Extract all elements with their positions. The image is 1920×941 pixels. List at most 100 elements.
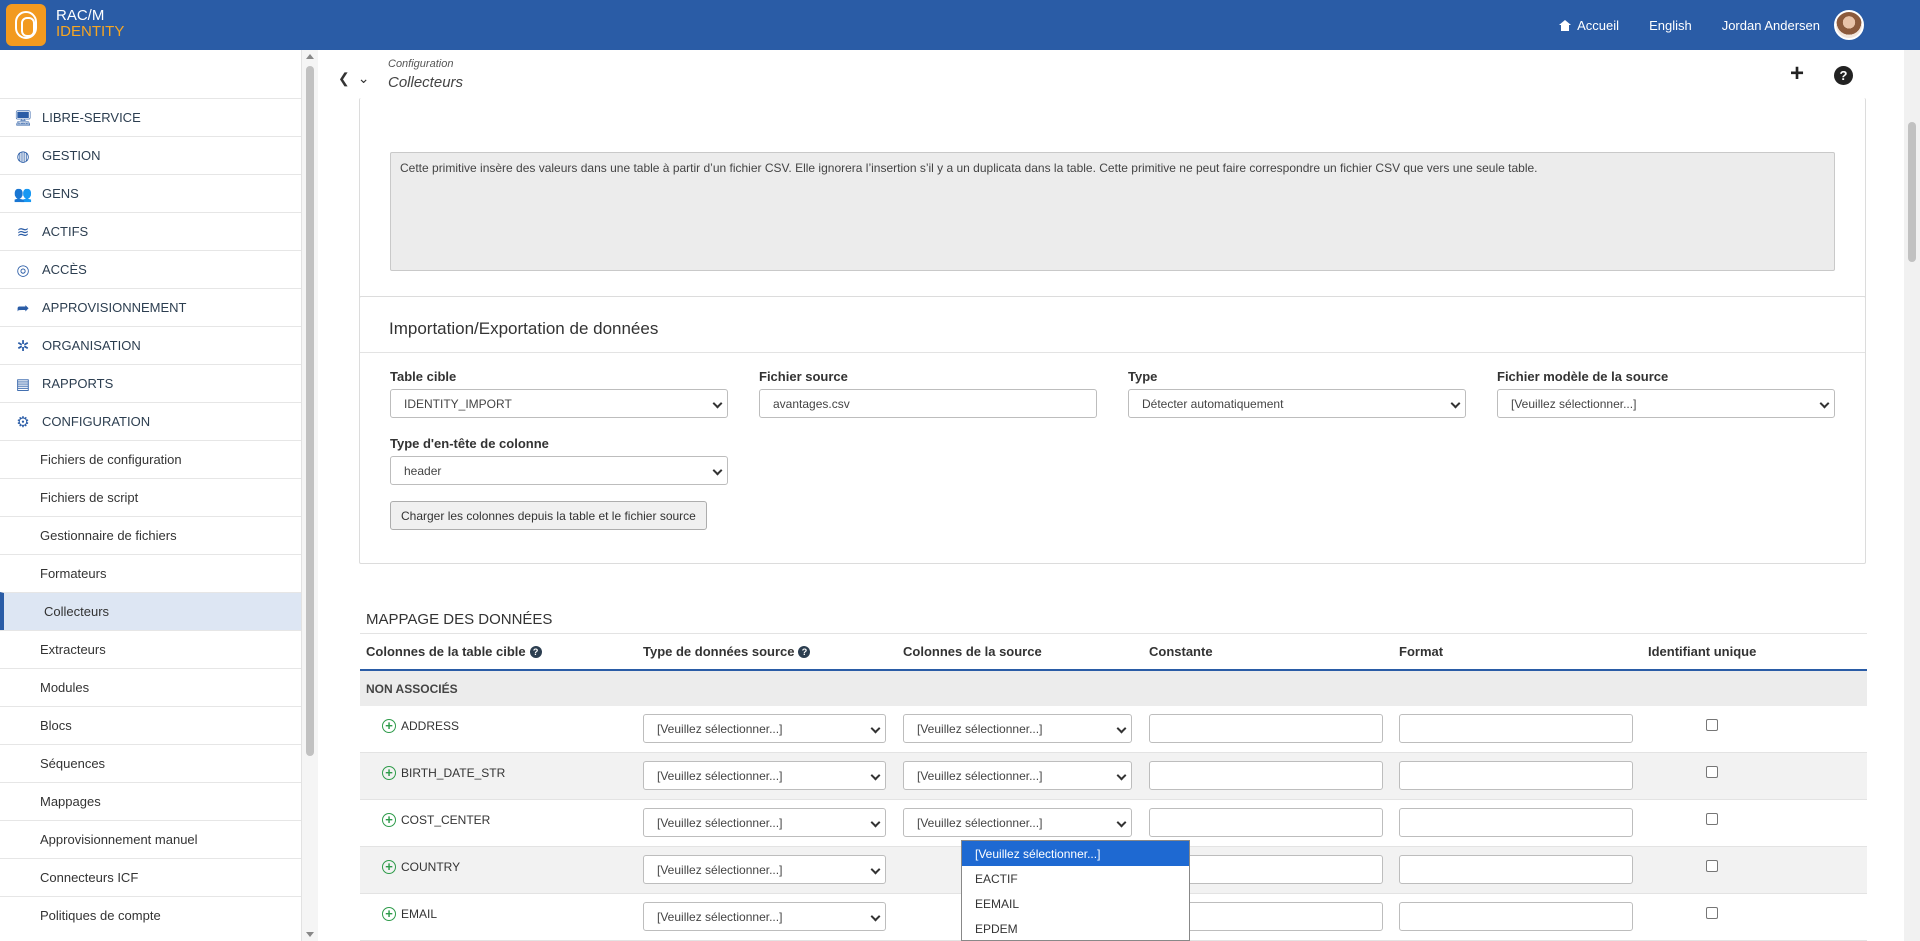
format-input[interactable]	[1399, 855, 1633, 884]
type-select[interactable]: Détecter automatiquement	[1128, 389, 1466, 418]
sidebar-item-label: ACTIFS	[42, 224, 89, 239]
user-menu[interactable]: Jordan Andersen	[1722, 10, 1864, 40]
page-scrollbar[interactable]	[1904, 50, 1920, 941]
sidebar-item-configuration[interactable]: ⚙ CONFIGURATION	[0, 402, 301, 440]
constant-input[interactable]	[1149, 808, 1383, 837]
sidebar-sub-formateurs[interactable]: Formateurs	[0, 554, 301, 592]
page-title: Collecteurs	[388, 74, 464, 91]
source-column-select-open[interactable]: [Veuillez sélectionner...]	[903, 808, 1132, 837]
format-input[interactable]	[1399, 714, 1633, 743]
entete-value: header	[404, 463, 442, 478]
sidebar-item-label: RAPPORTS	[42, 376, 114, 391]
dropdown-option[interactable]: EEMAIL	[962, 891, 1189, 916]
add-circle-icon[interactable]: +	[382, 719, 396, 733]
fichier-source-input[interactable]: avantages.csv	[759, 389, 1097, 418]
add-circle-icon[interactable]: +	[382, 813, 396, 827]
add-circle-icon[interactable]: +	[382, 907, 396, 921]
sidebar-sub-politiques-compte[interactable]: Politiques de compte	[0, 896, 301, 934]
breadcrumb[interactable]: Configuration	[388, 58, 453, 70]
entete-select[interactable]: header	[390, 456, 728, 485]
row-name: + ADDRESS	[382, 719, 459, 733]
sidebar-sub-connecteurs-icf[interactable]: Connecteurs ICF	[0, 858, 301, 896]
language-link[interactable]: English	[1649, 18, 1692, 33]
modele-select[interactable]: [Veuillez sélectionner...]	[1497, 389, 1835, 418]
source-column-select[interactable]: [Veuillez sélectionner...]	[903, 761, 1132, 790]
table-cible-label: Table cible	[390, 369, 457, 384]
source-type-select[interactable]: [Veuillez sélectionner...]	[643, 855, 886, 884]
question-icon[interactable]: ?	[529, 645, 542, 658]
description-textarea[interactable]: Cette primitive insère des valeurs dans …	[390, 152, 1835, 271]
page-scroll-thumb[interactable]	[1908, 122, 1916, 262]
format-input[interactable]	[1399, 902, 1633, 931]
chevron-down-icon[interactable]: ⌄	[358, 70, 378, 86]
sidebar-sub-modules[interactable]: Modules	[0, 668, 301, 706]
description-panel: Cette primitive insère des valeurs dans …	[359, 98, 1866, 306]
load-columns-button[interactable]: Charger les colonnes depuis la table et …	[390, 501, 707, 530]
top-navbar: RAC/M IDENTITY Accueil English Jordan An…	[0, 0, 1920, 50]
chevron-down-icon	[712, 465, 723, 476]
sidebar-item-label: APPROVISIONNEMENT	[42, 300, 187, 315]
home-label: Accueil	[1577, 17, 1620, 33]
sidebar: 🖥 LIBRE-SERVICE ◍ GESTION 👥 GENS ≋ ACTIF…	[0, 50, 302, 941]
home-link[interactable]: Accueil	[1559, 18, 1619, 33]
sidebar-item-libre-service[interactable]: 🖥 LIBRE-SERVICE	[0, 98, 301, 136]
chevron-down-icon	[1450, 398, 1461, 409]
add-circle-icon[interactable]: +	[382, 860, 396, 874]
add-circle-icon[interactable]: +	[382, 766, 396, 780]
format-input[interactable]	[1399, 808, 1633, 837]
dropdown-option[interactable]: [Veuillez sélectionner...]	[962, 841, 1189, 866]
brand-name: RAC/M IDENTITY	[56, 8, 124, 40]
source-column-select[interactable]: [Veuillez sélectionner...]	[903, 714, 1132, 743]
th-constant-label: Constante	[1149, 644, 1213, 659]
source-type-select[interactable]: [Veuillez sélectionner...]	[643, 714, 886, 743]
sidebar-item-gens[interactable]: 👥 GENS	[0, 174, 301, 212]
constant-input[interactable]	[1149, 714, 1383, 743]
sidebar-sub-label: Mappages	[40, 794, 101, 809]
table-cible-select[interactable]: IDENTITY_IMPORT	[390, 389, 728, 418]
source-type-select[interactable]: [Veuillez sélectionner...]	[643, 808, 886, 837]
sidebar-item-actifs[interactable]: ≋ ACTIFS	[0, 212, 301, 250]
dropdown-option[interactable]: EPDEM	[962, 916, 1189, 940]
row-name: + EMAIL	[382, 907, 437, 921]
sidebar-sub-approvisionnement-manuel[interactable]: Approvisionnement manuel	[0, 820, 301, 858]
constant-input[interactable]	[1149, 761, 1383, 790]
sidebar-item-organisation[interactable]: ✲ ORGANISATION	[0, 326, 301, 364]
sidebar-sub-blocs[interactable]: Blocs	[0, 706, 301, 744]
sidebar-sub-fichiers-configuration[interactable]: Fichiers de configuration	[0, 440, 301, 478]
modele-label: Fichier modèle de la source	[1497, 369, 1669, 384]
logo-icon[interactable]	[6, 4, 46, 46]
source-type-select[interactable]: [Veuillez sélectionner...]	[643, 902, 886, 931]
sidebar-sub-gestionnaire-fichiers[interactable]: Gestionnaire de fichiers	[0, 516, 301, 554]
question-icon[interactable]: ?	[798, 645, 811, 658]
sidebar-item-rapports[interactable]: ▤ RAPPORTS	[0, 364, 301, 402]
scroll-down-icon[interactable]	[306, 932, 314, 937]
sidebar-sub-fichiers-script[interactable]: Fichiers de script	[0, 478, 301, 516]
select-value: [Veuillez sélectionner...]	[657, 862, 783, 877]
format-input[interactable]	[1399, 761, 1633, 790]
sidebar-item-label: CONFIGURATION	[42, 414, 151, 429]
sidebar-scrollbar[interactable]	[302, 50, 318, 941]
unique-id-checkbox[interactable]	[1706, 719, 1718, 731]
sidebar-item-gestion[interactable]: ◍ GESTION	[0, 136, 301, 174]
avatar	[1834, 10, 1864, 40]
sidebar-scroll-thumb[interactable]	[306, 66, 314, 756]
help-icon[interactable]: ?	[1834, 66, 1853, 85]
scroll-up-icon[interactable]	[306, 54, 314, 59]
sidebar-sub-sequences[interactable]: Séquences	[0, 744, 301, 782]
unique-id-checkbox[interactable]	[1706, 860, 1718, 872]
sidebar-sub-extracteurs[interactable]: Extracteurs	[0, 630, 301, 668]
source-type-select[interactable]: [Veuillez sélectionner...]	[643, 761, 886, 790]
unique-id-checkbox[interactable]	[1706, 766, 1718, 778]
sidebar-sub-label: Fichiers de script	[40, 490, 139, 505]
sidebar-sub-mappages[interactable]: Mappages	[0, 782, 301, 820]
add-icon[interactable]: +	[1790, 62, 1804, 86]
unique-id-checkbox[interactable]	[1706, 907, 1718, 919]
dropdown-option[interactable]: EACTIF	[962, 866, 1189, 891]
chevron-down-icon	[1819, 398, 1830, 409]
sidebar-item-approvisionnement[interactable]: ➦ APPROVISIONNEMENT	[0, 288, 301, 326]
sidebar-sub-collecteurs[interactable]: Collecteurs	[0, 592, 301, 630]
chevron-left-icon[interactable]: ❮	[338, 70, 358, 86]
sidebar-item-acces[interactable]: ◎ ACCÈS	[0, 250, 301, 288]
row-name: + COST_CENTER	[382, 813, 490, 827]
unique-id-checkbox[interactable]	[1706, 813, 1718, 825]
